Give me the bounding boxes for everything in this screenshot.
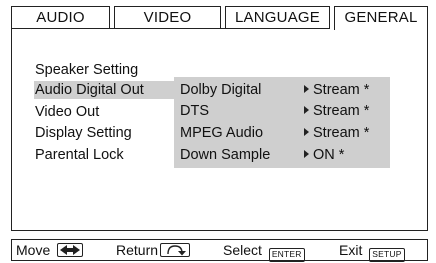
menu-item-display-setting[interactable]: Display Setting xyxy=(35,124,132,142)
submenu-row-mpeg-audio[interactable]: MPEG Audio Stream * xyxy=(180,124,386,142)
footer-return-label: Return xyxy=(116,242,159,258)
submenu-row-dts[interactable]: DTS Stream * xyxy=(180,102,386,120)
submenu-row-value-text: Stream * xyxy=(313,103,370,119)
menu-item-parental-lock[interactable]: Parental Lock xyxy=(35,146,124,164)
menu-item-speaker-setting[interactable]: Speaker Setting xyxy=(35,61,138,79)
right-triangle-icon xyxy=(304,85,309,93)
footer-select: Select ENTER xyxy=(223,242,305,262)
submenu-row-label: Dolby Digital xyxy=(180,82,262,98)
right-triangle-icon xyxy=(304,106,309,114)
enter-key-label: ENTER xyxy=(268,248,305,262)
submenu-row-value-text: Stream * xyxy=(313,125,370,141)
audio-digital-out-submenu: Dolby Digital Stream * DTS Stream * MPEG… xyxy=(174,77,390,168)
footer-select-label: Select xyxy=(223,242,262,258)
footer-hint-bar: Move Return Select ENTER Exit SETUP xyxy=(11,239,428,262)
right-triangle-icon xyxy=(304,150,309,158)
footer-return: Return xyxy=(116,242,191,259)
submenu-row-label: DTS xyxy=(180,103,209,119)
tab-general[interactable]: GENERAL xyxy=(334,6,428,30)
submenu-row-value[interactable]: Stream * xyxy=(304,124,369,142)
setup-key-label: SETUP xyxy=(369,248,405,262)
right-triangle-icon xyxy=(304,128,309,136)
submenu-row-dolby-digital[interactable]: Dolby Digital Stream * xyxy=(180,81,386,99)
return-arrow-icon xyxy=(160,243,191,257)
submenu-row-value[interactable]: Stream * xyxy=(304,102,369,120)
footer-exit: Exit SETUP xyxy=(339,242,405,262)
tab-language[interactable]: LANGUAGE xyxy=(225,6,330,28)
left-right-arrows-icon xyxy=(57,243,84,257)
menu-item-video-out[interactable]: Video Out xyxy=(35,103,99,121)
submenu-row-value[interactable]: ON * xyxy=(304,146,344,164)
tab-video[interactable]: VIDEO xyxy=(114,6,221,28)
menu-item-audio-digital-out[interactable]: Audio Digital Out xyxy=(34,81,176,99)
submenu-row-value-text: Stream * xyxy=(313,82,370,98)
footer-move: Move xyxy=(16,242,84,259)
submenu-row-value-text: ON * xyxy=(313,147,345,163)
submenu-row-label: Down Sample xyxy=(180,147,271,163)
submenu-row-down-sample[interactable]: Down Sample ON * xyxy=(180,146,386,164)
submenu-row-value[interactable]: Stream * xyxy=(304,81,369,99)
submenu-row-label: MPEG Audio xyxy=(180,125,264,141)
footer-exit-label: Exit xyxy=(339,242,363,258)
tab-audio[interactable]: AUDIO xyxy=(11,6,110,28)
footer-move-label: Move xyxy=(16,242,51,258)
